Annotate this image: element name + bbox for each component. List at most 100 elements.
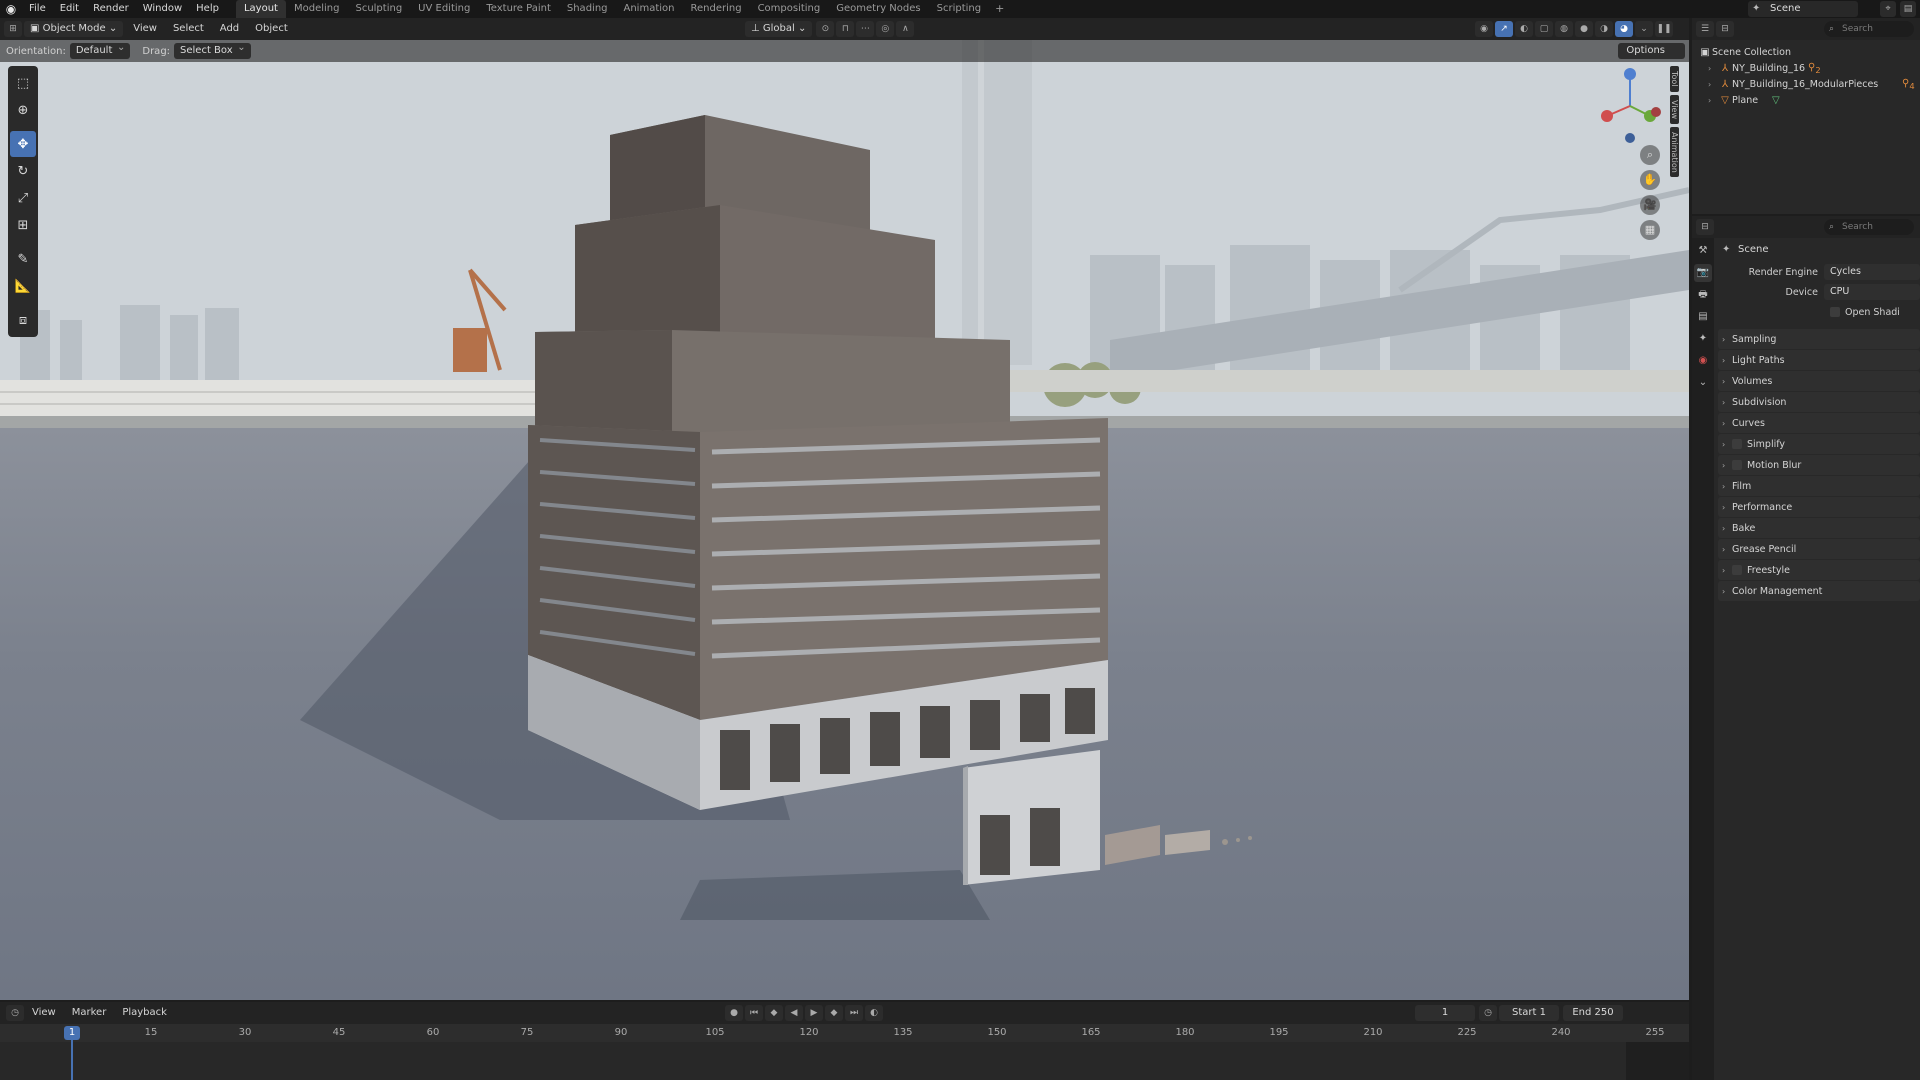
panel-subdivision[interactable]: › Subdivision bbox=[1718, 392, 1920, 412]
panel-color-management[interactable]: › Color Management bbox=[1718, 581, 1920, 601]
gizmo-toggle-icon[interactable]: ↗ bbox=[1495, 21, 1513, 37]
tab-rendering[interactable]: Rendering bbox=[682, 0, 749, 18]
navigation-gizmo[interactable] bbox=[1590, 66, 1670, 146]
timeline-menu-view[interactable]: View bbox=[26, 1005, 62, 1021]
expand-arrow-icon[interactable]: › bbox=[1722, 398, 1732, 407]
tab-sculpting[interactable]: Sculpting bbox=[347, 0, 410, 18]
building-model[interactable] bbox=[0, 40, 1689, 1000]
transform-icon[interactable]: ⊞ bbox=[10, 212, 36, 238]
pivot-icon[interactable]: ⊙ bbox=[816, 21, 835, 37]
expand-arrow-icon[interactable]: › bbox=[1722, 356, 1732, 365]
outliner-item[interactable]: › ⅄ NY_Building_16_ModularPieces ⚲4 bbox=[1692, 76, 1920, 92]
timeline-editor-type-icon[interactable]: ◷ bbox=[6, 1005, 24, 1021]
3d-viewport[interactable]: ⬚ ⊕ ✥ ↻ ⤢ ⊞ ✎ 📐 ⧈ ⌕ ✋ 🎥 ▦ Tool View Anim… bbox=[0, 40, 1689, 1000]
tab-texture-paint[interactable]: Texture Paint bbox=[478, 0, 559, 18]
snap-target-icon[interactable]: ⋯ bbox=[856, 21, 875, 37]
output-tab-icon[interactable]: 🖶 bbox=[1694, 286, 1712, 304]
outliner-search-input[interactable]: ⌕ Search bbox=[1824, 21, 1914, 37]
expand-arrow-icon[interactable]: › bbox=[1708, 96, 1718, 105]
add-workspace-button[interactable]: + bbox=[989, 0, 1010, 18]
outliner-item[interactable]: › ▽ Plane ▽ bbox=[1692, 92, 1920, 108]
modifier-icon[interactable]: ⚲2 bbox=[1808, 62, 1821, 75]
render-tab-icon[interactable]: 📷 bbox=[1694, 264, 1712, 282]
measure-icon[interactable]: 📐 bbox=[10, 273, 36, 299]
overlay-icon[interactable]: ◐ bbox=[1515, 21, 1533, 37]
rendered-shading-icon[interactable]: ◕ bbox=[1615, 21, 1633, 37]
camera-view-icon[interactable]: 🎥 bbox=[1640, 195, 1660, 215]
expand-arrow-icon[interactable]: › bbox=[1722, 461, 1732, 470]
record-icon[interactable]: ● bbox=[725, 1005, 743, 1021]
tab-shading[interactable]: Shading bbox=[559, 0, 616, 18]
zoom-icon[interactable]: ⌕ bbox=[1640, 145, 1660, 165]
start-frame-field[interactable]: Start 1 bbox=[1499, 1005, 1559, 1021]
view-layer-tab-icon[interactable]: ▤ bbox=[1694, 308, 1712, 326]
play-icon[interactable]: ▶ bbox=[805, 1005, 823, 1021]
panel-bake[interactable]: › Bake bbox=[1718, 518, 1920, 538]
scene-collection-row[interactable]: ▣ Scene Collection bbox=[1692, 44, 1920, 60]
scale-icon[interactable]: ⤢ bbox=[10, 185, 36, 211]
sidebar-tab-view[interactable]: View bbox=[1670, 94, 1679, 124]
add-cube-icon[interactable]: ⧈ bbox=[10, 307, 36, 333]
panel-volumes[interactable]: › Volumes bbox=[1718, 371, 1920, 391]
keying-icon[interactable]: ◐ bbox=[865, 1005, 883, 1021]
panel-enable-checkbox[interactable] bbox=[1732, 565, 1742, 575]
blender-logo-icon[interactable]: ◉ bbox=[0, 0, 22, 18]
play-reverse-icon[interactable]: ◀ bbox=[785, 1005, 803, 1021]
xray-icon[interactable]: ▢ bbox=[1535, 21, 1553, 37]
expand-arrow-icon[interactable]: › bbox=[1722, 440, 1732, 449]
expand-arrow-icon[interactable]: › bbox=[1722, 566, 1732, 575]
panel-enable-checkbox[interactable] bbox=[1732, 460, 1742, 470]
wireframe-shading-icon[interactable]: ◍ bbox=[1555, 21, 1573, 37]
visibility-icon[interactable]: ◉ bbox=[1475, 21, 1493, 37]
jump-keyframe-forward-icon[interactable]: ◆ bbox=[825, 1005, 843, 1021]
expand-arrow-icon[interactable]: › bbox=[1722, 524, 1732, 533]
expand-arrow-icon[interactable]: › bbox=[1722, 545, 1732, 554]
panel-motion-blur[interactable]: › Motion Blur bbox=[1718, 455, 1920, 475]
annotate-icon[interactable]: ✎ bbox=[10, 246, 36, 272]
open-shading-checkbox[interactable]: Open Shadi bbox=[1718, 302, 1920, 322]
sidebar-tab-tool[interactable]: Tool bbox=[1670, 66, 1679, 92]
properties-search-input[interactable]: ⌕ Search bbox=[1824, 219, 1914, 235]
collapse-tab-icon[interactable]: ⌄ bbox=[1694, 374, 1712, 392]
timeline-area[interactable]: 15 30 45 60 75 90 105 120 135 150 165 180 195 210 225 2… bbox=[0, 1024, 1689, 1080]
mode-dropdown[interactable]: ▣ Object Mode ⌄ bbox=[24, 21, 124, 37]
expand-arrow-icon[interactable]: › bbox=[1722, 419, 1732, 428]
tool-tab-icon[interactable]: ⚒ bbox=[1694, 242, 1712, 260]
tab-uv-editing[interactable]: UV Editing bbox=[410, 0, 478, 18]
tab-modeling[interactable]: Modeling bbox=[286, 0, 348, 18]
transform-orientation-dropdown[interactable]: ⊥ Global ⌄ bbox=[745, 21, 813, 37]
panel-film[interactable]: › Film bbox=[1718, 476, 1920, 496]
menu-edit[interactable]: Edit bbox=[53, 0, 86, 18]
outliner-editor-type-icon[interactable]: ☰ bbox=[1696, 21, 1714, 37]
current-frame-field[interactable]: 1 bbox=[1415, 1005, 1475, 1021]
orientation-dropdown[interactable]: Default bbox=[69, 40, 131, 59]
expand-arrow-icon[interactable]: › bbox=[1722, 587, 1732, 596]
checkbox-icon[interactable] bbox=[1830, 307, 1840, 317]
modifier-icon[interactable]: ⚲4 bbox=[1902, 78, 1915, 91]
panel-freestyle[interactable]: › Freestyle bbox=[1718, 560, 1920, 580]
tab-layout[interactable]: Layout bbox=[235, 0, 286, 18]
jump-start-icon[interactable]: ⏮ bbox=[745, 1005, 763, 1021]
world-tab-icon[interactable]: ◉ bbox=[1694, 352, 1712, 370]
expand-arrow-icon[interactable]: › bbox=[1708, 80, 1718, 89]
menu-select[interactable]: Select bbox=[167, 21, 210, 37]
end-frame-field[interactable]: End 250 bbox=[1563, 1005, 1623, 1021]
device-dropdown[interactable]: CPU bbox=[1824, 284, 1920, 300]
render-engine-dropdown[interactable]: Cycles bbox=[1824, 264, 1920, 280]
editor-type-icon[interactable]: ⊞ bbox=[4, 21, 22, 37]
falloff-icon[interactable]: ∧ bbox=[896, 21, 915, 37]
sidebar-tab-animation[interactable]: Animation bbox=[1670, 126, 1679, 178]
tab-animation[interactable]: Animation bbox=[616, 0, 683, 18]
view-layer-icon[interactable]: ▤ bbox=[1900, 1, 1916, 17]
shading-options-icon[interactable]: ⌄ bbox=[1635, 21, 1653, 37]
timeline-ruler[interactable]: 15 30 45 60 75 90 105 120 135 150 165 180 195 210 225 2… bbox=[0, 1024, 1689, 1042]
expand-arrow-icon[interactable]: › bbox=[1708, 64, 1718, 73]
menu-view[interactable]: View bbox=[127, 21, 163, 37]
snap-icon[interactable]: ⊓ bbox=[836, 21, 855, 37]
material-shading-icon[interactable]: ◑ bbox=[1595, 21, 1613, 37]
menu-render[interactable]: Render bbox=[86, 0, 136, 18]
proportional-edit-icon[interactable]: ◎ bbox=[876, 21, 895, 37]
tab-geometry-nodes[interactable]: Geometry Nodes bbox=[828, 0, 928, 18]
scene-selector[interactable]: ✦ Scene bbox=[1748, 1, 1858, 17]
panel-simplify[interactable]: › Simplify bbox=[1718, 434, 1920, 454]
